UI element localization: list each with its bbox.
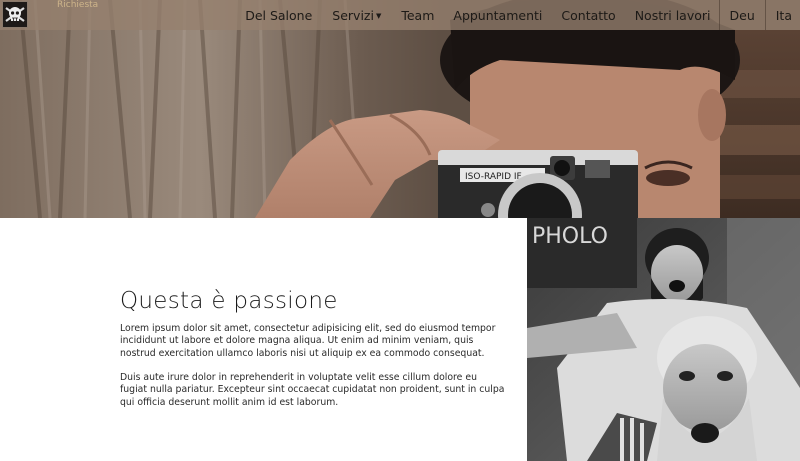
- skull-logo-icon: [5, 7, 25, 22]
- logo[interactable]: [2, 1, 28, 28]
- nav-item-appuntamenti[interactable]: Appuntamenti: [453, 8, 542, 23]
- nav-menu: Del Salone Servizi ▼ Team Appuntamenti Co…: [245, 0, 800, 30]
- section-title: Questa è passione: [120, 288, 338, 314]
- nav-item-del-salone[interactable]: Del Salone: [245, 8, 312, 23]
- nav-item-nostri-lavori[interactable]: Nostri lavori: [635, 8, 711, 23]
- nav-item-servizi-label: Servizi: [332, 7, 374, 23]
- lang-ita[interactable]: Ita: [776, 8, 792, 23]
- camera-label: ISO-RAPID IF: [465, 172, 522, 182]
- nav-item-contatto[interactable]: Contatto: [561, 8, 615, 23]
- nav-divider: [718, 0, 720, 30]
- lang-deu[interactable]: Deu: [730, 8, 755, 23]
- barbers-image: PHOLO: [527, 218, 800, 461]
- about-section: Questa è passione Lorem ipsum dolor sit …: [0, 218, 527, 461]
- navbar: Richiesta Del Salone Servizi ▼ Team Appun…: [0, 0, 800, 30]
- sign-text: PHOLO: [532, 224, 608, 249]
- nav-divider: [764, 0, 766, 30]
- logo-text[interactable]: Richiesta: [57, 0, 98, 11]
- section-paragraph: Lorem ipsum dolor sit amet, consectetur …: [120, 323, 496, 359]
- hero-banner: ISO-RAPID IF Richiesta Del Salone Serviz…: [0, 0, 800, 218]
- caret-down-icon: ▼: [375, 12, 382, 20]
- hero-photo: ISO-RAPID IF: [0, 0, 800, 218]
- nav-item-servizi[interactable]: Servizi ▼: [332, 8, 381, 23]
- nav-item-team[interactable]: Team: [401, 8, 434, 23]
- barbers-photo: PHOLO: [527, 218, 800, 461]
- section-paragraph: Duis aute irure dolor in reprehenderit i…: [120, 372, 505, 408]
